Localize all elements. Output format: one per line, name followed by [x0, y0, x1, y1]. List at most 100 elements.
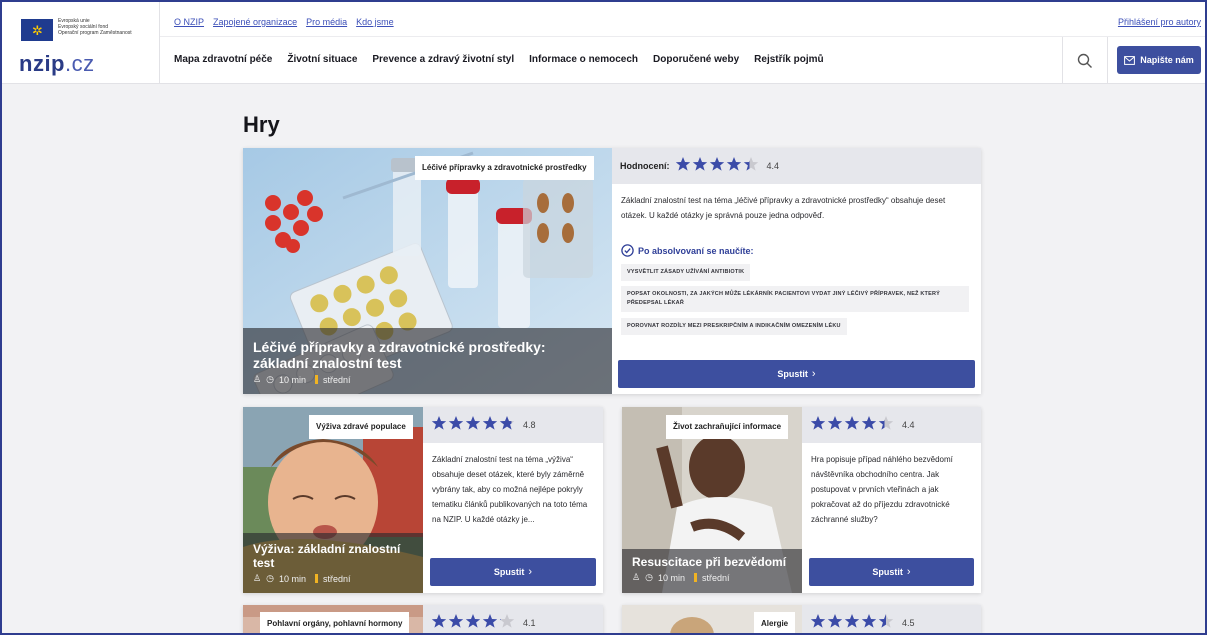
rating-score: 4.5	[902, 618, 915, 628]
header-divider	[160, 36, 1207, 37]
card-title-overlay: Výživa: základní znalostní test ♙ ◷ 10 m…	[243, 533, 423, 593]
star-icon	[810, 613, 826, 634]
card-info-panel: 4.5	[802, 605, 981, 635]
search-button[interactable]	[1062, 37, 1108, 84]
game-card[interactable]: Alergie 4.5	[622, 605, 981, 635]
chevron-right-icon: ›	[528, 566, 533, 578]
start-button[interactable]: Spustit ›	[809, 558, 974, 586]
start-button[interactable]: Spustit ›	[430, 558, 596, 586]
star-icon	[878, 415, 894, 436]
chevron-right-icon: ›	[811, 368, 816, 380]
star-icon	[448, 415, 464, 436]
card-meta: ♙ ◷ 10 min střední	[253, 573, 413, 584]
category-tag[interactable]: Výživa zdravé populace	[309, 415, 413, 439]
learning-outcome: POROVNAT ROZDÍLY MEZI PRESKRIPČNÍM A IND…	[621, 318, 847, 335]
star-icon	[499, 415, 515, 436]
star-icon	[844, 613, 860, 634]
difficulty: střední	[322, 573, 351, 584]
rating-bar: 4.5	[802, 605, 981, 635]
star-icon	[692, 156, 708, 177]
nav-item-care-map[interactable]: Mapa zdravotní péče	[174, 54, 272, 65]
difficulty-icon	[693, 573, 697, 582]
difficulty-icon	[314, 574, 318, 583]
rating-score: 4.1	[523, 618, 536, 628]
featured-description: Základní znalostní test na téma „léčivé …	[621, 196, 946, 220]
difficulty-icon	[314, 375, 318, 384]
site-header: ✲ Evropská unie Evropský sociální fond O…	[0, 0, 1207, 84]
duration: 10 min	[657, 572, 685, 583]
top-link-media[interactable]: Pro média	[306, 17, 347, 27]
card-title-overlay: Resuscitace při bezvědomí ♙ ◷ 10 min stř…	[622, 549, 802, 593]
rating-bar: Hodnocení: 4.4	[612, 148, 981, 184]
puzzle-icon: ♙	[632, 572, 641, 582]
duration: 10 min	[278, 374, 306, 385]
logo[interactable]: ✲ Evropská unie Evropský sociální fond O…	[0, 0, 160, 84]
star-icon	[827, 415, 843, 436]
card-image: Život zachraňující informace Resuscitace…	[622, 407, 802, 593]
difficulty: střední	[322, 374, 351, 385]
category-tag[interactable]: Život zachraňující informace	[666, 415, 789, 439]
nav-item-recommended-webs[interactable]: Doporučené weby	[653, 54, 739, 65]
category-tag[interactable]: Léčivé přípravky a zdravotnické prostřed…	[415, 156, 594, 180]
game-card[interactable]: Výživa zdravé populace Výživa: základní …	[243, 407, 603, 593]
login-link[interactable]: Přihlášení pro autory	[1118, 17, 1201, 27]
card-image: Alergie	[622, 605, 802, 635]
eu-caption: Evropská unie Evropský sociální fond Ope…	[58, 18, 132, 36]
star-icon	[726, 156, 742, 177]
card-title: Resuscitace při bezvědomí	[632, 555, 787, 569]
main-nav: Mapa zdravotní péče Životní situace Prev…	[174, 54, 824, 65]
rating-bar: 4.8	[423, 407, 603, 443]
featured-meta: ♙ ◷ 10 min střední	[253, 374, 602, 385]
rating-stars	[431, 415, 515, 436]
featured-title: Léčivé přípravky a zdravotnické prostřed…	[253, 339, 546, 371]
puzzle-icon: ♙	[253, 374, 262, 384]
contact-button[interactable]: Napište nám	[1117, 46, 1201, 74]
top-link-who-we-are[interactable]: Kdo jsme	[356, 17, 394, 27]
nav-item-diseases[interactable]: Informace o nemocech	[529, 54, 638, 65]
featured-title-overlay: Léčivé přípravky a zdravotnické prostřed…	[243, 328, 612, 394]
learning-outcome: POPSAT OKOLNOSTI, ZA JAKÝCH MŮŽE LÉKÁRNÍ…	[621, 286, 969, 312]
category-tag[interactable]: Pohlavní orgány, pohlavní hormony	[260, 612, 410, 635]
star-icon	[844, 415, 860, 436]
top-link-about[interactable]: O NZIP	[174, 17, 204, 27]
game-card[interactable]: Život zachraňující informace Resuscitace…	[622, 407, 981, 593]
card-info-panel: 4.8 Základní znalostní test na téma „výž…	[423, 407, 603, 593]
page-title: Hry	[243, 112, 280, 137]
rating-bar: 4.4	[802, 407, 981, 443]
brand-wordmark: nzip.cz	[19, 51, 95, 76]
clock-icon: ◷	[266, 374, 274, 384]
star-icon	[482, 415, 498, 436]
top-links: O NZIP Zapojené organizace Pro média Kdo…	[174, 17, 394, 27]
star-icon	[878, 613, 894, 634]
star-icon	[675, 156, 691, 177]
contact-button-label: Napište nám	[1140, 55, 1194, 65]
star-icon	[448, 613, 464, 634]
featured-info-panel: Hodnocení: 4.4 Základní znalostní test n…	[612, 148, 981, 394]
chevron-right-icon: ›	[906, 566, 911, 578]
category-tag[interactable]: Alergie	[754, 612, 796, 635]
rating-score: 4.8	[523, 420, 536, 430]
card-title: Výživa: základní znalostní test	[253, 542, 401, 570]
card-image: Výživa zdravé populace Výživa: základní …	[243, 407, 423, 593]
rating-stars	[431, 613, 515, 634]
star-icon	[827, 613, 843, 634]
top-link-organizations[interactable]: Zapojené organizace	[213, 17, 297, 27]
nav-item-glossary[interactable]: Rejstřík pojmů	[754, 54, 823, 65]
rating-stars	[810, 613, 894, 634]
card-info-panel: 4.4 Hra popisuje případ náhlého bezvědom…	[802, 407, 981, 593]
start-button[interactable]: Spustit ›	[618, 360, 975, 388]
check-circle-icon	[621, 244, 634, 257]
featured-game-card[interactable]: Léčivé přípravky a zdravotnické prostřed…	[243, 148, 981, 394]
star-icon	[431, 613, 447, 634]
nav-item-life-situations[interactable]: Životní situace	[287, 54, 357, 65]
mail-icon	[1124, 55, 1136, 65]
learn-title: Po absolvovaní se naučíte:	[621, 244, 754, 257]
nav-item-prevention[interactable]: Prevence a zdravý životní styl	[372, 54, 514, 65]
card-info-panel: 4.1	[423, 605, 603, 635]
star-icon	[743, 156, 759, 177]
star-icon	[810, 415, 826, 436]
game-card[interactable]: Pohlavní orgány, pohlavní hormony 4.1	[243, 605, 603, 635]
rating-score: 4.4	[766, 161, 780, 171]
puzzle-icon: ♙	[253, 573, 262, 583]
learning-outcome: VYSVĚTLIT ZÁSADY UŽÍVÁNÍ ANTIBIOTIK	[621, 264, 751, 281]
